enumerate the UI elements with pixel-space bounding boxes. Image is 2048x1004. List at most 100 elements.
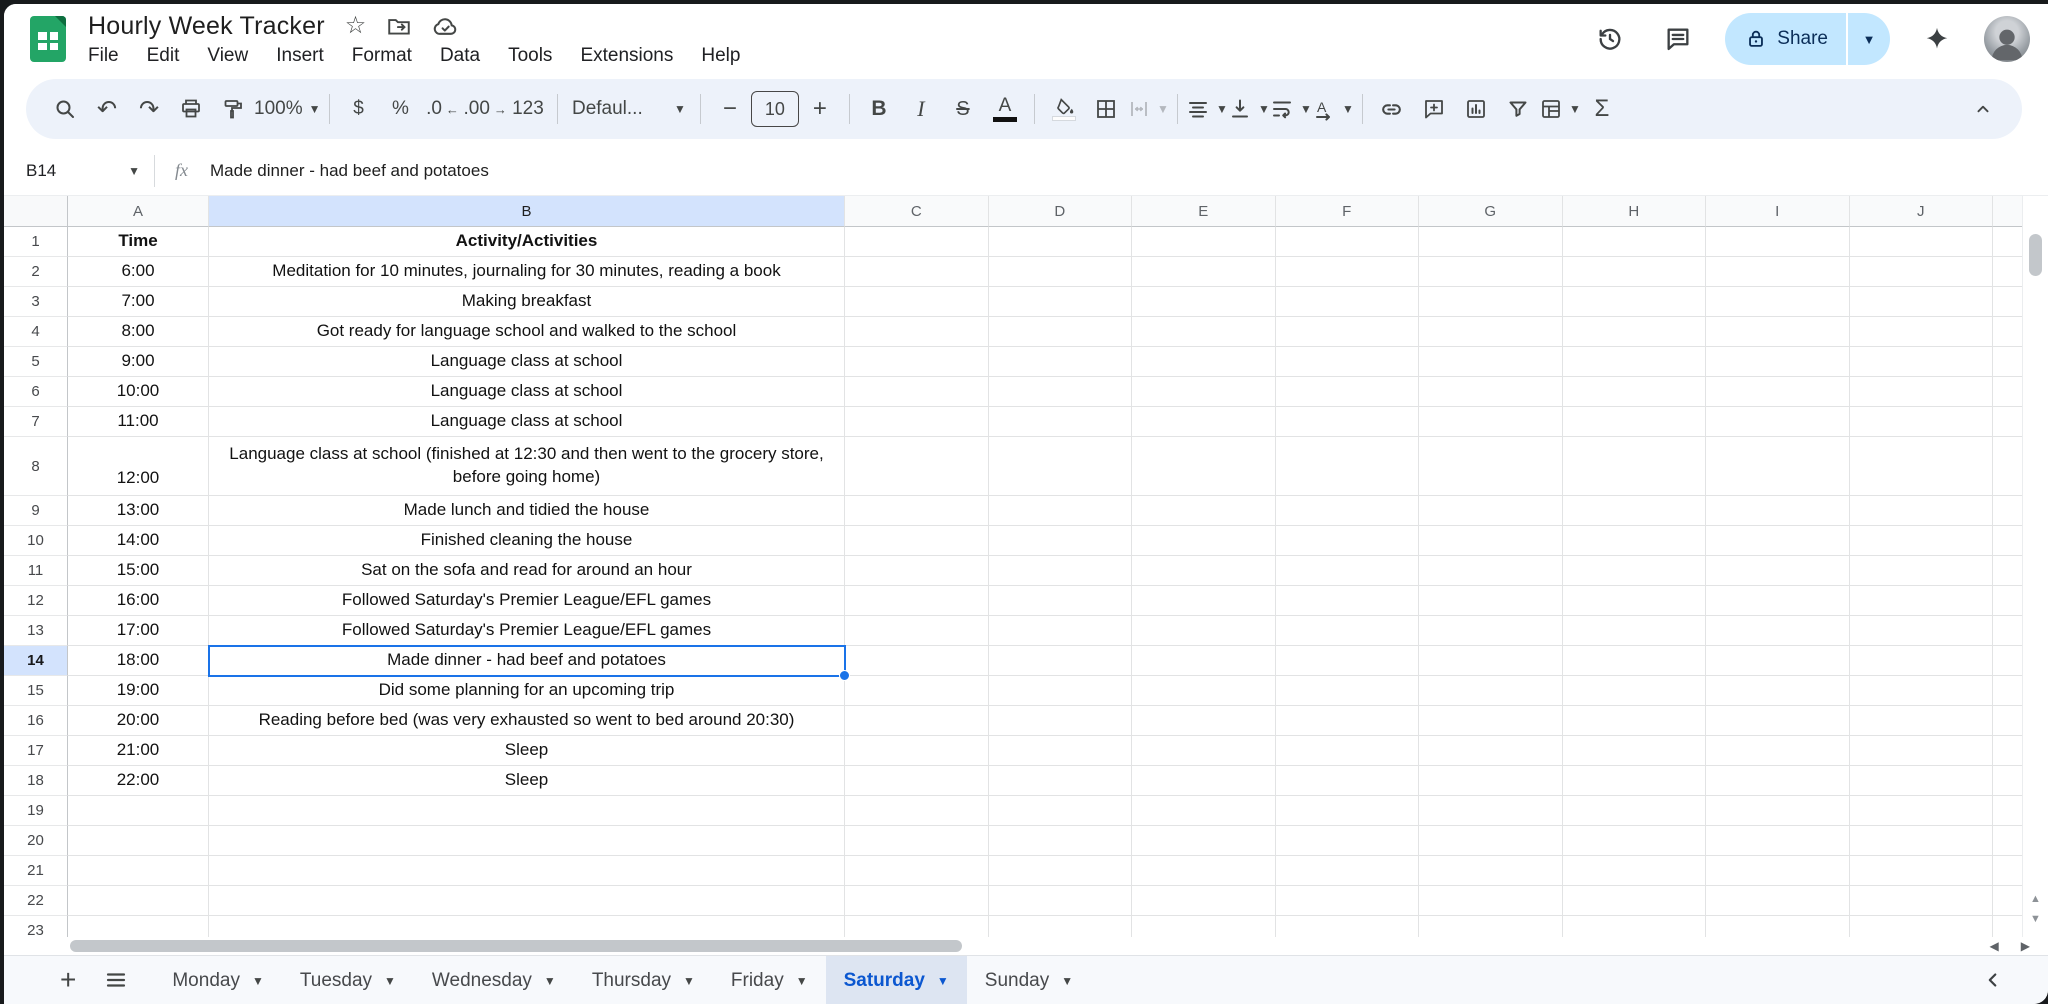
table-views-button[interactable]: ▼ — [1539, 88, 1581, 130]
cell-C3[interactable] — [845, 287, 989, 317]
vertical-scrollbar-thumb[interactable] — [2029, 234, 2042, 276]
cell-H10[interactable] — [1563, 526, 1707, 556]
cell-A22[interactable] — [68, 886, 209, 916]
cell-H11[interactable] — [1563, 556, 1707, 586]
font-select[interactable]: Defaul...▼ — [566, 88, 692, 130]
cell-A3[interactable]: 7:00 — [68, 287, 209, 317]
cell-I16[interactable] — [1706, 706, 1850, 736]
cell-I23[interactable] — [1706, 916, 1850, 937]
cell-C19[interactable] — [845, 796, 989, 826]
row-header-14[interactable]: 14 — [4, 646, 68, 676]
cell-J8[interactable] — [1850, 437, 1994, 496]
cell-J15[interactable] — [1850, 676, 1994, 706]
column-header-A[interactable]: A — [68, 196, 209, 227]
cell-E14[interactable] — [1132, 646, 1276, 676]
functions-button[interactable]: Σ — [1581, 88, 1623, 130]
cell-I12[interactable] — [1706, 586, 1850, 616]
cell-J5[interactable] — [1850, 347, 1994, 377]
cell-F20[interactable] — [1276, 826, 1420, 856]
cell-H20[interactable] — [1563, 826, 1707, 856]
cell-J4[interactable] — [1850, 317, 1994, 347]
text-rotation-button[interactable]: A ▼ — [1312, 88, 1354, 130]
row-header-17[interactable]: 17 — [4, 736, 68, 766]
cell-C20[interactable] — [845, 826, 989, 856]
cell-F22[interactable] — [1276, 886, 1420, 916]
share-dropdown-button[interactable]: ▼ — [1848, 13, 1890, 65]
cell-G19[interactable] — [1419, 796, 1563, 826]
cell-J23[interactable] — [1850, 916, 1994, 937]
menu-file[interactable]: File — [88, 45, 119, 67]
cell-A18[interactable]: 22:00 — [68, 766, 209, 796]
cell-E3[interactable] — [1132, 287, 1276, 317]
cell-D18[interactable] — [989, 766, 1133, 796]
menu-format[interactable]: Format — [352, 45, 412, 67]
cell-A7[interactable]: 11:00 — [68, 407, 209, 437]
cell-D13[interactable] — [989, 616, 1133, 646]
cell-B7[interactable]: Language class at school — [209, 407, 845, 437]
row-header-7[interactable]: 7 — [4, 407, 68, 437]
cell-H12[interactable] — [1563, 586, 1707, 616]
cell-A11[interactable]: 15:00 — [68, 556, 209, 586]
cell-B13[interactable]: Followed Saturday's Premier League/EFL g… — [209, 616, 845, 646]
cell-I10[interactable] — [1706, 526, 1850, 556]
cell-H19[interactable] — [1563, 796, 1707, 826]
cell-A19[interactable] — [68, 796, 209, 826]
cell-B12[interactable]: Followed Saturday's Premier League/EFL g… — [209, 586, 845, 616]
menu-view[interactable]: View — [207, 45, 248, 67]
name-box[interactable]: B14 ▼ — [4, 161, 154, 181]
cell-E11[interactable] — [1132, 556, 1276, 586]
cell-B15[interactable]: Did some planning for an upcoming trip — [209, 676, 845, 706]
sheet-tab-menu-icon[interactable]: ▼ — [937, 974, 949, 988]
cell-C4[interactable] — [845, 317, 989, 347]
cell-B16[interactable]: Reading before bed (was very exhausted s… — [209, 706, 845, 736]
sheet-tab-menu-icon[interactable]: ▼ — [252, 974, 264, 988]
menu-help[interactable]: Help — [701, 45, 740, 67]
cell-E16[interactable] — [1132, 706, 1276, 736]
cell-C18[interactable] — [845, 766, 989, 796]
cell-E10[interactable] — [1132, 526, 1276, 556]
cell-G5[interactable] — [1419, 347, 1563, 377]
select-all-corner[interactable] — [4, 196, 68, 227]
cell-H2[interactable] — [1563, 257, 1707, 287]
cell-C17[interactable] — [845, 736, 989, 766]
cell-E17[interactable] — [1132, 736, 1276, 766]
row-header-8[interactable]: 8 — [4, 437, 68, 496]
cell-C1[interactable] — [845, 227, 989, 257]
cell-J20[interactable] — [1850, 826, 1994, 856]
cell-J12[interactable] — [1850, 586, 1994, 616]
row-header-12[interactable]: 12 — [4, 586, 68, 616]
cell-F19[interactable] — [1276, 796, 1420, 826]
row-header-2[interactable]: 2 — [4, 257, 68, 287]
cell-G1[interactable] — [1419, 227, 1563, 257]
vertical-align-button[interactable]: ▼ — [1228, 88, 1270, 130]
cell-H18[interactable] — [1563, 766, 1707, 796]
format-currency-button[interactable]: $ — [338, 88, 380, 130]
cell-I6[interactable] — [1706, 377, 1850, 407]
borders-button[interactable] — [1085, 88, 1127, 130]
row-header-23[interactable]: 23 — [4, 916, 68, 937]
cell-G3[interactable] — [1419, 287, 1563, 317]
bold-button[interactable]: B — [858, 88, 900, 130]
undo-icon[interactable]: ↶ — [86, 88, 128, 130]
cell-I5[interactable] — [1706, 347, 1850, 377]
scroll-up-icon[interactable]: ▲ — [2030, 893, 2041, 905]
cell-H15[interactable] — [1563, 676, 1707, 706]
cell-G12[interactable] — [1419, 586, 1563, 616]
cell-G17[interactable] — [1419, 736, 1563, 766]
scroll-right-icon[interactable]: ▶ — [2021, 939, 2030, 953]
cell-H22[interactable] — [1563, 886, 1707, 916]
cell-I8[interactable] — [1706, 437, 1850, 496]
cell-A16[interactable]: 20:00 — [68, 706, 209, 736]
cell-I11[interactable] — [1706, 556, 1850, 586]
add-sheet-icon[interactable]: + — [60, 966, 76, 994]
cell-H16[interactable] — [1563, 706, 1707, 736]
row-header-11[interactable]: 11 — [4, 556, 68, 586]
sheet-tab-menu-icon[interactable]: ▼ — [1061, 974, 1073, 988]
format-percent-button[interactable]: % — [380, 88, 422, 130]
cell-J22[interactable] — [1850, 886, 1994, 916]
cell-G14[interactable] — [1419, 646, 1563, 676]
column-header-E[interactable]: E — [1132, 196, 1276, 227]
cell-C14[interactable] — [845, 646, 989, 676]
search-icon[interactable] — [44, 88, 86, 130]
sheet-tab-menu-icon[interactable]: ▼ — [683, 974, 695, 988]
